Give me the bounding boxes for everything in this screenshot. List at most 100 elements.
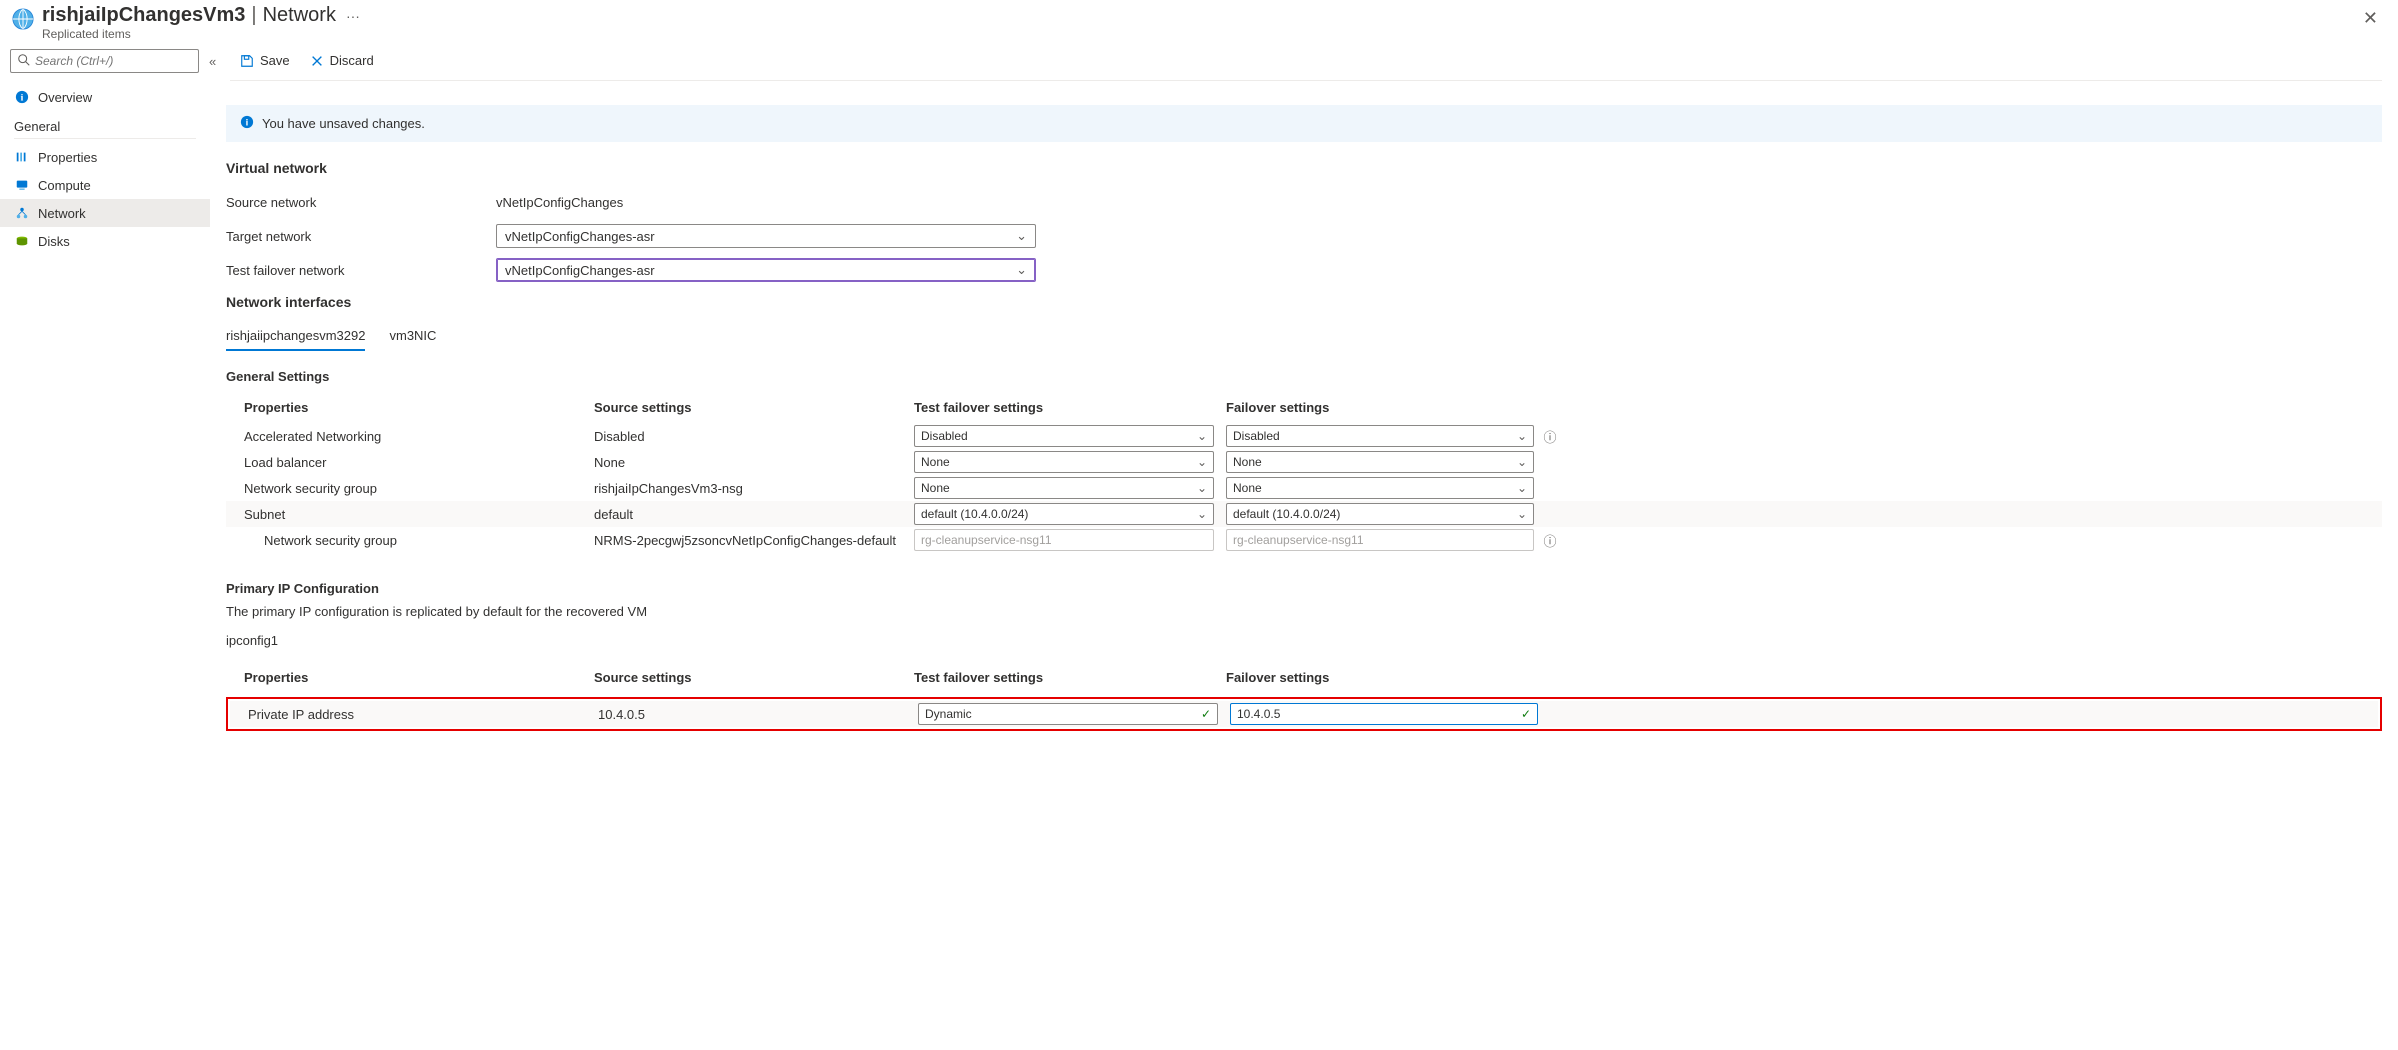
search-input[interactable] [35, 54, 192, 68]
sidebar-divider [14, 138, 196, 139]
dropdown-value: default (10.4.0.0/24) [921, 507, 1028, 521]
subnet-nsg-tf-input [914, 529, 1214, 551]
sidebar-item-disks[interactable]: Disks [0, 227, 210, 255]
search-icon [17, 53, 31, 70]
table-row: Accelerated Networking Disabled Disabled… [226, 423, 2382, 449]
col-properties: Properties [244, 670, 594, 685]
target-network-dropdown[interactable]: vNetIpConfigChanges-asr ⌄ [496, 224, 1036, 248]
discard-button[interactable]: Discard [300, 41, 384, 80]
row-source: 10.4.0.5 [598, 707, 918, 722]
accel-networking-tf-dropdown[interactable]: Disabled ⌄ [914, 425, 1214, 447]
sidebar-item-label: Overview [38, 90, 92, 105]
sidebar-item-label: Disks [38, 234, 70, 249]
resource-icon [12, 8, 34, 30]
save-label: Save [260, 53, 290, 68]
svg-text:i: i [21, 93, 24, 104]
properties-icon [14, 149, 30, 165]
sidebar-item-properties[interactable]: Properties [0, 143, 210, 171]
col-test-failover: Test failover settings [914, 670, 1226, 685]
page-header: rishjaiIpChangesVm3 | Network ··· Replic… [0, 0, 2398, 41]
general-settings-grid: Properties Source settings Test failover… [226, 392, 2382, 553]
subnet-nsg-fo-input [1226, 529, 1534, 551]
close-button[interactable]: ✕ [2355, 4, 2386, 33]
nic-tabs: rishjaiipchangesvm3292 vm3NIC [226, 322, 2382, 351]
check-icon: ✓ [1521, 707, 1531, 721]
row-property: Subnet [244, 507, 594, 522]
save-button[interactable]: Save [230, 41, 300, 80]
discard-label: Discard [330, 53, 374, 68]
dropdown-value: vNetIpConfigChanges-asr [505, 229, 655, 244]
title-separator: | [251, 4, 256, 27]
source-network-label: Source network [226, 195, 496, 210]
page-section: Network [263, 4, 336, 27]
tab-nic-1[interactable]: vm3NIC [389, 322, 436, 351]
row-source: rishjaiIpChangesVm3-nsg [594, 481, 914, 496]
test-failover-network-dropdown[interactable]: vNetIpConfigChanges-asr ⌄ [496, 258, 1036, 282]
breadcrumb: Replicated items [42, 27, 360, 41]
primary-ip-grid: Properties Source settings Test failover… [226, 662, 2382, 731]
nsg-tf-dropdown[interactable]: None⌄ [914, 477, 1214, 499]
col-failover: Failover settings [1226, 400, 1538, 415]
chevron-down-icon: ⌄ [1016, 262, 1027, 278]
table-row: Network security group rishjaiIpChangesV… [226, 475, 2382, 501]
subnet-tf-dropdown[interactable]: default (10.4.0.0/24)⌄ [914, 503, 1214, 525]
tab-nic-0[interactable]: rishjaiipchangesvm3292 [226, 322, 365, 351]
dropdown-value: Disabled [1233, 429, 1280, 443]
row-property: Load balancer [244, 455, 594, 470]
sidebar-item-network[interactable]: Network [0, 199, 210, 227]
message-text: You have unsaved changes. [262, 116, 425, 131]
primary-ip-desc: The primary IP configuration is replicat… [226, 604, 2382, 619]
network-icon [14, 205, 30, 221]
private-ip-fo-input[interactable]: 10.4.0.5 ✓ [1230, 703, 1538, 725]
dropdown-value: default (10.4.0.0/24) [1233, 507, 1340, 521]
dropdown-value: Disabled [921, 429, 968, 443]
loadbalancer-fo-dropdown[interactable]: None ⌄ [1226, 451, 1534, 473]
accel-networking-fo-dropdown[interactable]: Disabled⌄ [1226, 425, 1534, 447]
chevron-down-icon: ⌄ [1197, 429, 1207, 443]
col-failover: Failover settings [1226, 670, 1538, 685]
chevron-down-icon: ⌄ [1197, 481, 1207, 495]
sidebar-item-label: Compute [38, 178, 91, 193]
check-icon: ✓ [1201, 707, 1211, 721]
chevron-down-icon: ⌄ [1016, 228, 1027, 244]
target-network-label: Target network [226, 229, 496, 244]
search-input-wrap[interactable] [10, 49, 199, 73]
dropdown-value: None [1233, 481, 1262, 495]
more-button[interactable]: ··· [346, 8, 360, 24]
dropdown-value: None [921, 455, 950, 469]
dropdown-value: None [1233, 455, 1262, 469]
svg-text:i: i [246, 118, 249, 129]
discard-icon [310, 54, 324, 68]
sidebar-item-overview[interactable]: i Overview [0, 83, 210, 111]
compute-icon [14, 177, 30, 193]
command-bar: Save Discard [230, 41, 2382, 81]
col-source: Source settings [594, 400, 914, 415]
row-source: NRMS-2pecgwj5zsoncvNetIpConfigChanges-de… [594, 533, 914, 548]
highlighted-row: Private IP address 10.4.0.5 Dynamic ✓ 10… [226, 697, 2382, 731]
nsg-fo-dropdown[interactable]: None⌄ [1226, 477, 1534, 499]
row-source: Disabled [594, 429, 914, 444]
chevron-down-icon: ⌄ [1517, 507, 1527, 521]
general-settings-title: General Settings [226, 369, 2382, 384]
dropdown-value: vNetIpConfigChanges-asr [505, 263, 655, 278]
ipconfig-name: ipconfig1 [226, 633, 2382, 648]
loadbalancer-tf-dropdown[interactable]: None ⌄ [914, 451, 1214, 473]
chevron-down-icon: ⌄ [1517, 455, 1527, 469]
table-row: Private IP address 10.4.0.5 Dynamic ✓ 10… [230, 701, 2378, 727]
page-title: rishjaiIpChangesVm3 [42, 4, 245, 27]
table-row: Load balancer None None ⌄ None ⌄ [226, 449, 2382, 475]
info-icon[interactable]: ⓘ [1538, 531, 1562, 550]
main-content: Save Discard i You have unsaved changes.… [210, 41, 2398, 751]
info-icon[interactable]: ⓘ [1538, 427, 1562, 446]
message-bar: i You have unsaved changes. [226, 105, 2382, 142]
dropdown-value: Dynamic [925, 707, 972, 721]
section-network-interfaces: Network interfaces [226, 294, 2382, 310]
primary-ip-title: Primary IP Configuration [226, 581, 2382, 596]
private-ip-tf-dropdown[interactable]: Dynamic ✓ [918, 703, 1218, 725]
row-property: Network security group [244, 481, 594, 496]
chevron-down-icon: ⌄ [1197, 455, 1207, 469]
row-property: Private IP address [248, 707, 598, 722]
sidebar-item-compute[interactable]: Compute [0, 171, 210, 199]
sidebar-item-label: Properties [38, 150, 97, 165]
subnet-fo-dropdown[interactable]: default (10.4.0.0/24) ⌄ [1226, 503, 1534, 525]
